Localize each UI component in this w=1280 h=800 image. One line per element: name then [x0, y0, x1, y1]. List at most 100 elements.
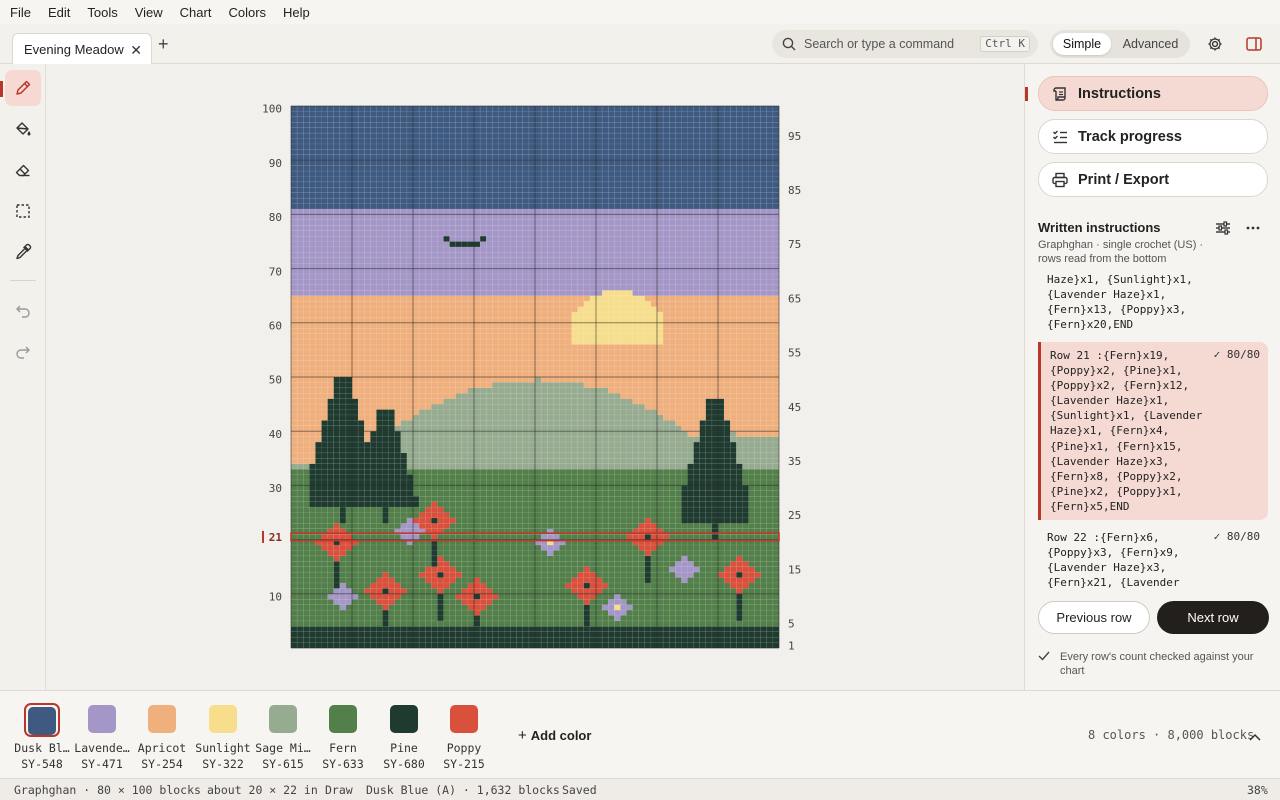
chart-cell [492, 485, 499, 491]
chart-cell [535, 349, 542, 356]
chart-cell [553, 328, 560, 334]
chart-cell [455, 322, 462, 329]
undo-button[interactable] [5, 292, 41, 328]
chart-cell [352, 322, 359, 329]
chart-cell [711, 436, 719, 443]
chart-cell [748, 447, 755, 453]
chart-cell [705, 577, 712, 584]
plus-icon[interactable]: + [158, 34, 169, 55]
chart-cell [419, 501, 426, 508]
redo-button[interactable] [5, 333, 41, 369]
chart-cell [681, 436, 688, 443]
chart-cell [602, 317, 609, 323]
chart-cell [309, 642, 316, 649]
eyedropper-tool[interactable] [5, 234, 41, 270]
chart-cell [583, 582, 590, 589]
command-search[interactable]: Search or type a command Ctrl K [772, 30, 1038, 58]
gear-icon[interactable] [1207, 36, 1223, 55]
chart-canvas[interactable]: 100 90 80 70 60 50 40 30 10 95 85 75 65 55 45 35 25 15 5 1 2… [46, 64, 1024, 690]
chart-cell [748, 566, 755, 573]
chart-cell [522, 409, 529, 415]
mode-simple[interactable]: Simple [1053, 33, 1111, 55]
chart-cell [571, 458, 578, 464]
chart-cell [766, 366, 773, 372]
chart-cell [687, 631, 694, 638]
chart-cell [382, 387, 389, 394]
menu-help[interactable]: Help [283, 5, 310, 20]
chart-cell [309, 387, 316, 394]
chart-cell [693, 317, 700, 323]
chart-cell [474, 517, 481, 524]
chart-cell [297, 642, 304, 649]
chart-cell [675, 328, 682, 334]
graphghan-chart[interactable]: 1009080706050403010958575655545352515512… [46, 64, 1024, 690]
chart-cell [516, 534, 523, 540]
chart-cell [675, 409, 682, 415]
chart-cell [675, 545, 682, 551]
chart-cell [602, 387, 609, 394]
chart-cell [425, 458, 432, 464]
chart-cell [596, 382, 603, 388]
menu-tools[interactable]: Tools [87, 5, 117, 20]
fill-tool[interactable] [5, 111, 41, 147]
chart-cell [553, 572, 560, 578]
menu-colors[interactable]: Colors [228, 5, 266, 20]
chart-cell [724, 377, 731, 383]
chart-cell [620, 637, 627, 643]
sidebar-toggle-icon[interactable] [1240, 30, 1268, 58]
close-icon[interactable]: ✕ [130, 42, 142, 59]
chart-cell [449, 447, 456, 453]
chart-cell [736, 463, 743, 470]
chart-cell [754, 588, 761, 594]
chart-cell [748, 555, 755, 562]
pencil-tool[interactable] [5, 70, 41, 106]
chart-cell [461, 393, 468, 399]
chart-cell [382, 404, 389, 410]
menu-file[interactable]: File [10, 5, 31, 20]
chart-cell [730, 550, 737, 556]
menu-chart[interactable]: Chart [180, 5, 212, 20]
chart-cell [419, 599, 426, 605]
chart-cell [315, 545, 322, 551]
chart-cell [394, 420, 401, 426]
chart-cell [364, 382, 371, 388]
chart-cell [455, 420, 462, 426]
chart-cell [291, 512, 298, 518]
chart-cell [675, 620, 682, 627]
chart-cell [498, 626, 505, 632]
chart-cell [736, 610, 743, 616]
chart-cell [431, 517, 438, 524]
chart-cell [711, 311, 719, 318]
chart-cell [309, 626, 316, 632]
chart-cell [486, 615, 493, 621]
chart-cell [669, 599, 676, 605]
chart-cell [333, 561, 340, 567]
menu-view[interactable]: View [135, 5, 163, 20]
chart-cell [291, 642, 298, 649]
select-tool[interactable] [5, 193, 41, 229]
chart-cell [486, 517, 493, 524]
chart-cell [632, 366, 639, 372]
chart-cell [425, 512, 432, 518]
chart-cell [772, 620, 780, 627]
chart-cell [516, 479, 523, 486]
chart-cell [297, 637, 304, 643]
chart-cell [711, 485, 719, 491]
eraser-tool[interactable] [5, 152, 41, 188]
chart-cell [388, 545, 395, 551]
chart-cell [675, 615, 682, 621]
chart-cell [583, 512, 590, 518]
mode-advanced[interactable]: Advanced [1114, 33, 1187, 55]
chart-cell [736, 593, 743, 600]
chart-cell [535, 463, 542, 470]
document-tab[interactable]: Evening Meadow ✕ [12, 33, 152, 65]
chart-cell [467, 333, 475, 340]
menu-edit[interactable]: Edit [48, 5, 70, 20]
chart-cell [663, 452, 670, 459]
chart-cell [303, 317, 310, 323]
chart-cell [461, 517, 468, 524]
chart-cell [431, 485, 438, 491]
chart-cell [474, 339, 481, 345]
chart-cell [724, 545, 731, 551]
chart-cell [742, 360, 749, 367]
